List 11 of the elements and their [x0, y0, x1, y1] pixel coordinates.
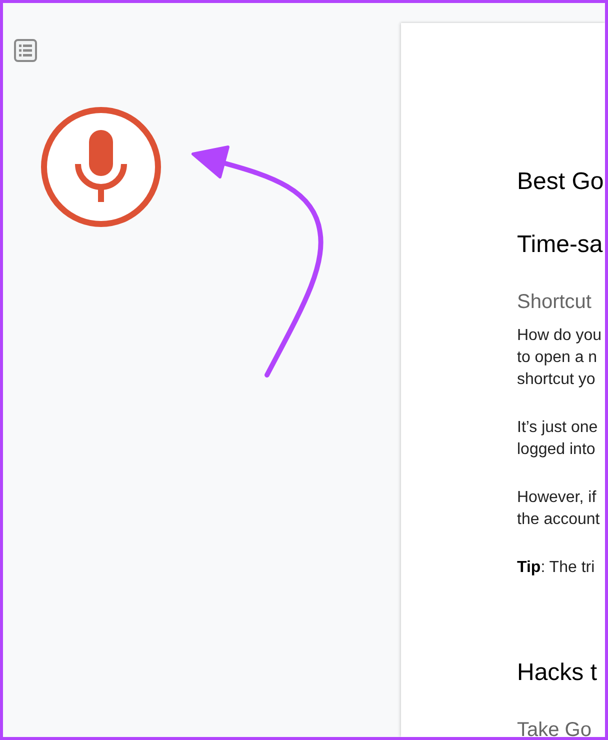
paragraph-text: However, if the account [517, 488, 601, 530]
paragraph-text: Tip: The tri [517, 558, 596, 578]
paragraph-text: How do you to open a n shortcut yo [517, 326, 602, 390]
document-subheading: Shortcut [517, 290, 592, 315]
microphone-icon[interactable] [41, 107, 161, 227]
document-heading: Best Go [517, 167, 605, 197]
paragraph-text: It’s just one logged into [517, 418, 599, 460]
list-icon[interactable] [14, 39, 37, 62]
document-subheading: Take Go [517, 718, 592, 737]
document-heading: Time-sa [517, 230, 604, 260]
document-heading: Hacks t [517, 658, 598, 688]
